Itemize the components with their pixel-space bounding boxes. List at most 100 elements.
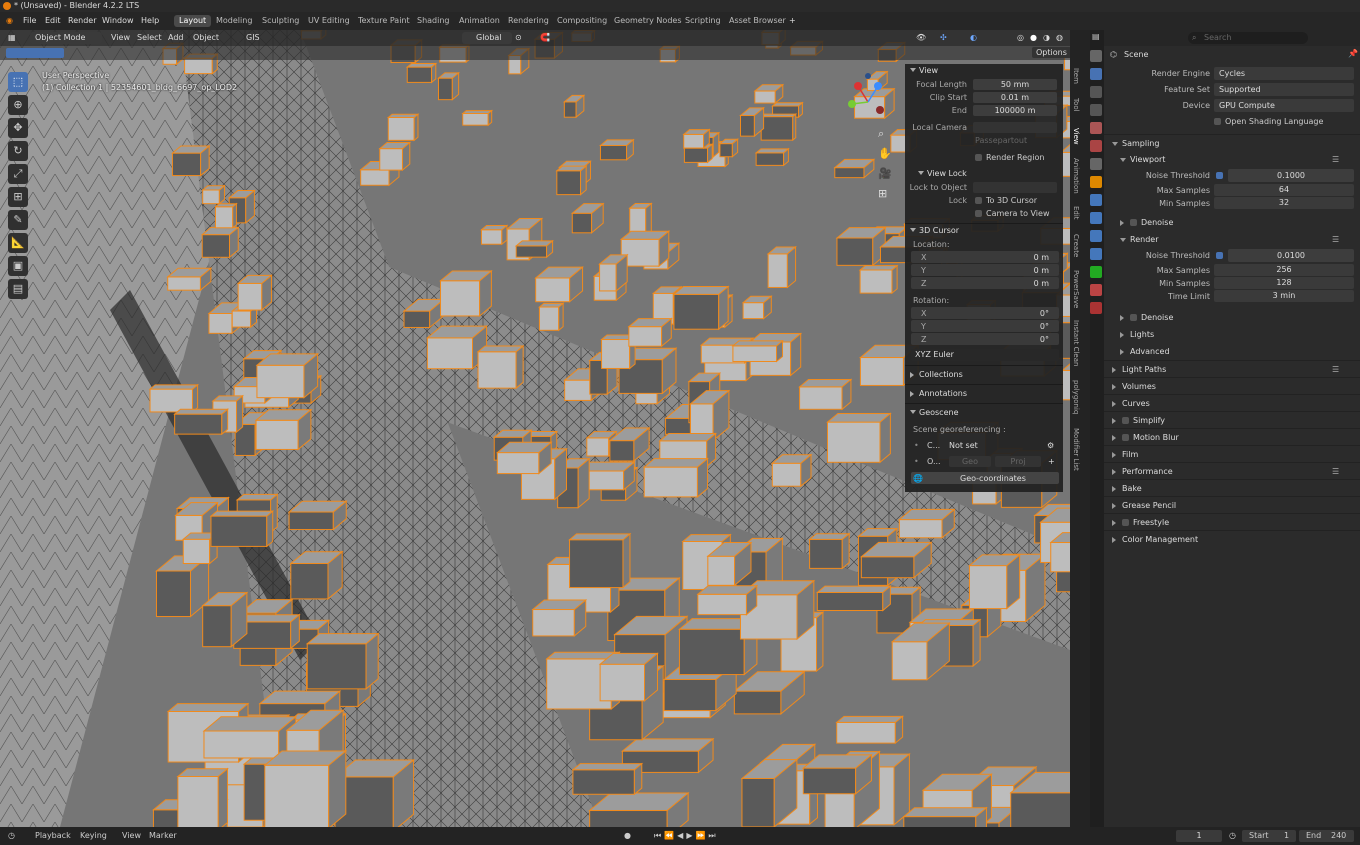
visibility-icon[interactable]: 👁: [916, 32, 926, 44]
local-camera-field[interactable]: [973, 122, 1057, 133]
view-layer-props-icon[interactable]: [1090, 104, 1102, 116]
sidebar-tab-create[interactable]: Create: [1070, 234, 1080, 257]
viewport-presets-icon[interactable]: ☰: [1332, 151, 1339, 168]
timeline-editor-icon[interactable]: ◷: [8, 830, 15, 842]
measure-tool-icon[interactable]: 📐: [8, 233, 28, 253]
add-workspace-icon[interactable]: +: [789, 15, 796, 27]
scene-props-icon[interactable]: [1090, 122, 1102, 134]
collections-panel-header[interactable]: Collections: [905, 368, 1063, 382]
mode-dropdown[interactable]: Object Mode: [35, 32, 85, 44]
modifier-props-icon[interactable]: [1090, 194, 1102, 206]
lock-to-object-field[interactable]: [973, 182, 1057, 193]
tab-texture-paint[interactable]: Texture Paint: [353, 15, 415, 27]
grease-pencil-panel[interactable]: Grease Pencil: [1104, 496, 1360, 513]
playback-menu[interactable]: Playback: [35, 830, 71, 842]
r-max-samples-field[interactable]: 256: [1214, 264, 1354, 276]
r-noise-threshold-checkbox[interactable]: [1216, 252, 1223, 259]
camera-view-icon[interactable]: 🎥: [878, 164, 892, 184]
bake-panel[interactable]: Bake: [1104, 479, 1360, 496]
simplify-panel[interactable]: Simplify: [1104, 411, 1360, 428]
lights-subpanel[interactable]: Lights: [1104, 326, 1360, 343]
clip-start-field[interactable]: 0.01 m: [973, 92, 1057, 103]
light-paths-presets-icon[interactable]: ☰: [1332, 361, 1339, 378]
sidebar-tab-instant-clean[interactable]: Instant Clean: [1070, 320, 1080, 366]
transform-tool-icon[interactable]: ⊞: [8, 187, 28, 207]
current-frame-field[interactable]: 1: [1176, 830, 1222, 842]
rotation-z-field[interactable]: [911, 333, 1059, 345]
render-presets-icon[interactable]: ☰: [1332, 231, 1339, 248]
sidebar-tab-polygoniq[interactable]: polygoniq: [1070, 380, 1080, 414]
transform-orientation-dropdown[interactable]: Global: [476, 32, 502, 44]
sidebar-tab-modifier-list[interactable]: Modifier List: [1070, 428, 1080, 471]
viewport-menu-gis[interactable]: GIS: [246, 32, 260, 44]
3d-cursor-header[interactable]: 3D Cursor: [905, 224, 1063, 238]
crs-settings-gear-icon[interactable]: ⚙: [1047, 439, 1054, 452]
tool-props-icon[interactable]: [1090, 50, 1102, 62]
render-region-checkbox[interactable]: Render Region: [975, 151, 1044, 164]
clip-end-field[interactable]: 100000 m: [973, 105, 1057, 116]
pin-icon[interactable]: 📌: [1348, 49, 1358, 58]
menu-file[interactable]: File: [23, 15, 36, 27]
motion-blur-panel[interactable]: Motion Blur: [1104, 428, 1360, 445]
menu-render[interactable]: Render: [68, 15, 96, 27]
to-3d-cursor-checkbox[interactable]: To 3D Cursor: [975, 194, 1037, 207]
r-denoise-subpanel[interactable]: Denoise: [1104, 309, 1360, 326]
world-props-icon[interactable]: [1090, 140, 1102, 152]
sidebar-tab-powersave[interactable]: PowerSave: [1070, 270, 1080, 308]
viewport-subpanel-header[interactable]: Viewport ☰: [1104, 151, 1360, 168]
vp-denoise-subpanel[interactable]: Denoise: [1104, 214, 1360, 231]
output-props-icon[interactable]: [1090, 86, 1102, 98]
options-dropdown[interactable]: Options: [1032, 47, 1070, 58]
sampling-panel-header[interactable]: Sampling: [1104, 134, 1360, 151]
rendered-shading-icon[interactable]: ◍: [1056, 32, 1063, 44]
add-origin-icon[interactable]: +: [1048, 455, 1055, 468]
view-lock-header[interactable]: View Lock: [913, 167, 1063, 181]
tab-scripting[interactable]: Scripting: [680, 15, 726, 27]
particles-props-icon[interactable]: [1090, 212, 1102, 224]
render-props-icon[interactable]: [1090, 68, 1102, 80]
geo-button[interactable]: Geo: [949, 456, 991, 467]
collection-props-icon[interactable]: [1090, 158, 1102, 170]
annotations-panel-header[interactable]: Annotations: [905, 387, 1063, 401]
properties-editor-type-icon[interactable]: ▤: [1092, 32, 1100, 41]
tab-shading[interactable]: Shading: [412, 15, 455, 27]
viewport-menu-select[interactable]: Select: [137, 32, 162, 44]
sidebar-tab-tool[interactable]: Tool: [1070, 98, 1080, 112]
viewport-menu-view[interactable]: View: [111, 32, 130, 44]
select-box-tool-icon[interactable]: ⬚: [8, 72, 28, 92]
vp-noise-threshold-field[interactable]: 0.1000: [1228, 169, 1354, 182]
extra-tool-icon[interactable]: ▤: [8, 279, 28, 299]
rotate-tool-icon[interactable]: ↻: [8, 141, 28, 161]
rotation-y-field[interactable]: [911, 320, 1059, 332]
annotate-tool-icon[interactable]: ✎: [8, 210, 28, 230]
time-limit-field[interactable]: 3 min: [1214, 290, 1354, 302]
advanced-subpanel[interactable]: Advanced: [1104, 343, 1360, 360]
texture-props-icon[interactable]: [1090, 302, 1102, 314]
passepartout-checkbox[interactable]: Passepartout: [975, 134, 1027, 147]
add-cube-tool-icon[interactable]: ▣: [8, 256, 28, 276]
tab-compositing[interactable]: Compositing: [552, 15, 612, 27]
overlays-icon[interactable]: ◐: [970, 32, 977, 44]
navigation-gizmo[interactable]: [840, 70, 900, 130]
ortho-grid-icon[interactable]: ⊞: [878, 184, 892, 204]
keying-menu[interactable]: Keying: [80, 830, 107, 842]
sidebar-tab-edit[interactable]: Edit: [1070, 206, 1080, 220]
editor-type-icon[interactable]: ▦: [8, 32, 16, 44]
timeline-view-menu[interactable]: View: [122, 830, 141, 842]
menu-window[interactable]: Window: [102, 15, 134, 27]
menu-edit[interactable]: Edit: [45, 15, 61, 27]
physics-props-icon[interactable]: [1090, 230, 1102, 242]
pan-hand-icon[interactable]: ✋: [878, 144, 892, 164]
curves-panel[interactable]: Curves: [1104, 394, 1360, 411]
playback-controls-icon[interactable]: ⏮⏪◀▶⏩⏭: [654, 830, 719, 842]
origin-radio-icon[interactable]: •: [914, 455, 919, 468]
rotation-x-field[interactable]: [911, 307, 1059, 319]
performance-panel[interactable]: Performance ☰: [1104, 462, 1360, 479]
vp-noise-threshold-checkbox[interactable]: [1216, 172, 1223, 179]
cursor-tool-icon[interactable]: ⊕: [8, 95, 28, 115]
tab-animation[interactable]: Animation: [454, 15, 505, 27]
sidebar-tab-view[interactable]: View: [1070, 128, 1080, 145]
focal-length-field[interactable]: 50 mm: [973, 79, 1057, 90]
select-mode-icons[interactable]: [6, 48, 64, 58]
tab-uv-editing[interactable]: UV Editing: [303, 15, 355, 27]
